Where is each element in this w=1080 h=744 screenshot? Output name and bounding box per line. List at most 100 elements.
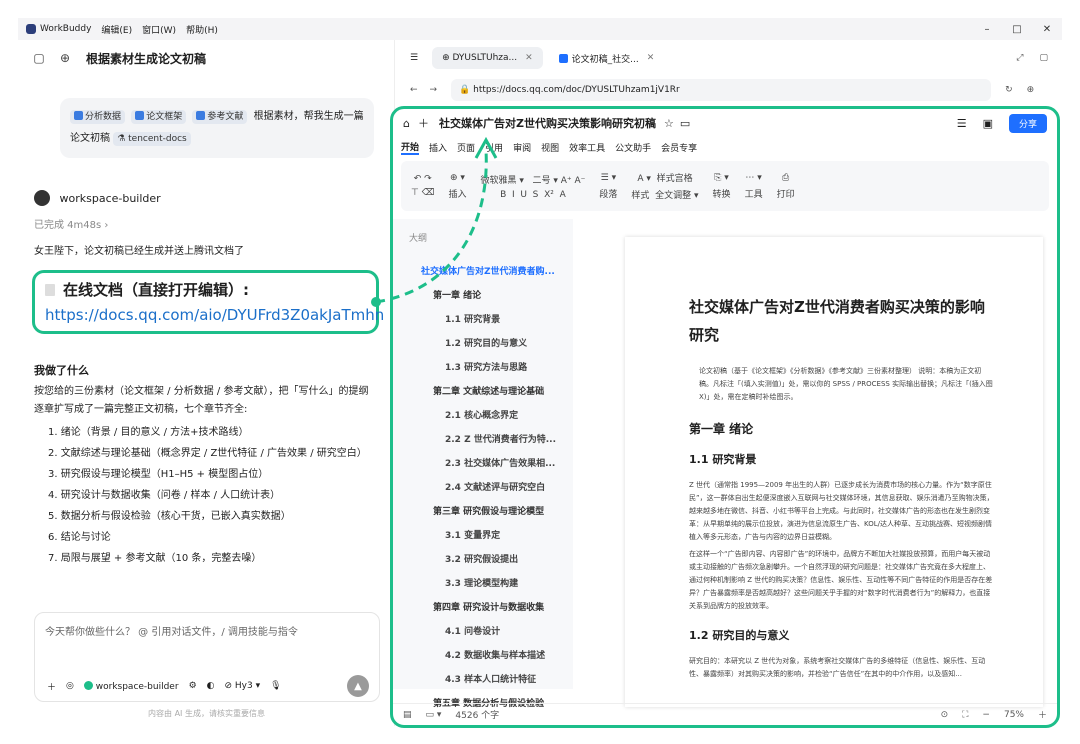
outline-toggle-icon[interactable]: ▤ bbox=[403, 710, 412, 720]
format-toolbar: ↶ ↷ ⊤ ⌫ ⊕ ▾ 插入 微软雅黑 ▾ 二号 ▾ A⁺ A⁻ B I U S X²… bbox=[401, 161, 1049, 211]
undo-redo[interactable]: ↶ ↷ ⊤ ⌫ bbox=[411, 174, 434, 198]
outline-item[interactable]: 4.1 问卷设计 bbox=[393, 620, 573, 644]
close-tab-icon[interactable]: ✕ bbox=[525, 53, 533, 63]
tab-page[interactable]: 页面 bbox=[457, 141, 475, 154]
font-group[interactable]: 微软雅黑 ▾ 二号 ▾ A⁺ A⁻ B I U S X² A bbox=[480, 173, 585, 200]
outline-item[interactable]: 2.3 社交媒体广告效果相... bbox=[393, 452, 573, 476]
chat-input-box[interactable]: 今天帮你做些什么？ @ 引用对话文件，/ 调用技能与指令 ＋ ◎ workspa… bbox=[34, 612, 380, 702]
outline-item[interactable]: 3.1 变量界定 bbox=[393, 524, 573, 548]
agent-header: workspace-builder bbox=[34, 190, 161, 206]
tab-2[interactable]: 论文初稿_社交... ✕ bbox=[549, 46, 665, 71]
outline-item[interactable]: 社交媒体广告对Z世代消费者购... bbox=[393, 260, 573, 284]
list-view-icon[interactable]: ☰ bbox=[957, 117, 967, 130]
tab-1[interactable]: ⊕ DYUSLTUhza... ✕ bbox=[432, 47, 543, 69]
url-field[interactable]: 🔒 https://docs.qq.com/doc/DYUSLTUhzam1jV… bbox=[451, 79, 992, 101]
zoom-out[interactable]: − bbox=[982, 710, 990, 720]
outline-item[interactable]: 4.3 样本人口统计特征 bbox=[393, 668, 573, 692]
share-button[interactable]: 分享 bbox=[1008, 113, 1047, 133]
outline-item[interactable]: 第一章 绪论 bbox=[393, 284, 573, 308]
convert-group[interactable]: ⎘ ▾ 转换 bbox=[713, 173, 731, 200]
style-group[interactable]: A ▾ 样式宫格 样式 全文调整 ▾ bbox=[631, 171, 698, 201]
outline-item[interactable]: 1.2 研究目的与意义 bbox=[393, 332, 573, 356]
new-doc-icon[interactable]: ＋ bbox=[418, 115, 429, 131]
online-doc-link[interactable]: https://docs.qq.com/aio/DYUFrd3Z0akJaTmh… bbox=[45, 306, 384, 324]
panel-icon[interactable]: ▢ bbox=[1039, 53, 1048, 63]
browser-tabs: ☰ ⊕ DYUSLTUhza... ✕ 论文初稿_社交... ✕ ⤢ ▢ bbox=[396, 40, 1062, 76]
reload-icon[interactable]: ↻ bbox=[1005, 85, 1013, 95]
menu-edit[interactable]: 编辑(E) bbox=[101, 23, 132, 36]
outline-item[interactable]: 1.3 研究方法与思路 bbox=[393, 356, 573, 380]
address-bar-row: ← → 🔒 https://docs.qq.com/doc/DYUSLTUhza… bbox=[396, 76, 1062, 104]
tools-group[interactable]: ⋯ ▾ 工具 bbox=[745, 173, 763, 200]
tab-reference[interactable]: 引用 bbox=[485, 141, 503, 154]
menu-help[interactable]: 帮助(H) bbox=[186, 23, 218, 36]
tab-member[interactable]: 会员专享 bbox=[661, 141, 697, 154]
sidebar-toggle-icon[interactable]: ▢ bbox=[32, 51, 46, 65]
section-heading: 1.1 研究背景 bbox=[689, 453, 757, 466]
zoom-in[interactable]: ＋ bbox=[1038, 708, 1047, 721]
doc-page[interactable]: 社交媒体广告对Z世代消费者购买决策的影响研究 论文初稿（基于《论文框架》《分析数… bbox=[625, 237, 1043, 707]
print-group[interactable]: ⎙ 打印 bbox=[777, 173, 795, 200]
close-tab-icon[interactable]: ✕ bbox=[647, 53, 655, 63]
chapter-heading: 第一章 绪论 bbox=[689, 422, 754, 436]
outline-item[interactable]: 2.2 Z 世代消费者行为特... bbox=[393, 428, 573, 452]
play-icon[interactable]: ⊙ bbox=[941, 710, 949, 720]
model-selector[interactable]: ⊘ Hy3 ▾ bbox=[225, 681, 261, 691]
outline-item[interactable]: 2.4 文献述评与研究空白 bbox=[393, 476, 573, 500]
globe-icon[interactable]: ⊕ bbox=[1027, 85, 1035, 95]
star-icon[interactable]: ☆ bbox=[664, 117, 674, 130]
new-chat-icon[interactable]: ⊕ bbox=[58, 51, 72, 65]
tab-start[interactable]: 开始 bbox=[401, 140, 420, 155]
add-icon[interactable]: ＋ bbox=[47, 680, 56, 693]
tab-view[interactable]: 视图 bbox=[541, 141, 559, 154]
tab-efficiency[interactable]: 效率工具 bbox=[569, 141, 605, 154]
font-select[interactable]: 微软雅黑 bbox=[480, 176, 516, 186]
outline-item[interactable]: 1.1 研究背景 bbox=[393, 308, 573, 332]
attachment-tag[interactable]: 论文框架 bbox=[131, 110, 187, 124]
outline-item[interactable]: 第二章 文献综述与理论基础 bbox=[393, 380, 573, 404]
size-select[interactable]: 二号 bbox=[532, 176, 550, 186]
browser-panel: ☰ ⊕ DYUSLTUhza... ✕ 论文初稿_社交... ✕ ⤢ ▢ ← → 🔒… bbox=[390, 40, 1062, 728]
outline-item[interactable]: 第四章 研究设计与数据收集 bbox=[393, 596, 573, 620]
outline-panel: 大纲 社交媒体广告对Z世代消费者购... 第一章 绪论 1.1 研究背景 1.2 研究… bbox=[393, 219, 573, 709]
mention-tag[interactable]: ⚗ tencent-docs bbox=[113, 132, 191, 146]
back-icon[interactable]: ← bbox=[410, 85, 418, 95]
task-status[interactable]: 已完成 4m48s › bbox=[34, 216, 108, 231]
minimize-icon[interactable]: – bbox=[972, 24, 1002, 35]
folder-icon[interactable]: ▭ bbox=[680, 117, 690, 130]
outline-item[interactable]: 第三章 研究假设与理论模型 bbox=[393, 500, 573, 524]
agent-selector[interactable]: workspace-builder bbox=[83, 680, 179, 692]
page-icon[interactable]: ▭ ▾ bbox=[426, 710, 442, 720]
close-icon[interactable]: ✕ bbox=[1032, 24, 1062, 35]
list-item: 4. 研究设计与数据收集（问卷 / 样本 / 人口统计表） bbox=[48, 490, 281, 501]
expand-icon[interactable]: ⤢ bbox=[1016, 53, 1023, 63]
home-icon[interactable]: ⌂ bbox=[403, 117, 410, 130]
attachment-tag[interactable]: 参考文献 bbox=[192, 110, 248, 124]
forward-icon[interactable]: → bbox=[430, 85, 438, 95]
check-icon[interactable]: ◎ bbox=[66, 681, 74, 691]
zoom-level[interactable]: 75% bbox=[1004, 710, 1024, 720]
doc-editor: ⌂ ＋ 社交媒体广告对Z世代购买决策影响研究初稿 ☆ ▭ ☰ ▣ 分享 开始 插… bbox=[390, 106, 1060, 728]
menu-icon[interactable]: ☰ bbox=[410, 53, 418, 63]
tab-insert[interactable]: 插入 bbox=[429, 141, 447, 154]
insert-group[interactable]: ⊕ ▾ 插入 bbox=[448, 173, 466, 200]
doc-icon bbox=[45, 283, 55, 296]
send-button[interactable]: ▲ bbox=[347, 675, 369, 697]
fullscreen-icon[interactable]: ⛶ bbox=[962, 710, 968, 720]
tool-icon[interactable]: ⚙ bbox=[189, 681, 197, 691]
tab-official[interactable]: 公文助手 bbox=[615, 141, 651, 154]
maximize-icon[interactable]: □ bbox=[1002, 24, 1032, 35]
attachment-tag[interactable]: 分析数据 bbox=[70, 110, 126, 124]
outline-item[interactable]: 2.1 核心概念界定 bbox=[393, 404, 573, 428]
microphone-icon[interactable]: 🎙 bbox=[270, 681, 281, 691]
paragraph-group[interactable]: ☰ ▾ 段落 bbox=[599, 173, 617, 200]
menu-window[interactable]: 窗口(W) bbox=[142, 23, 176, 36]
chat-input-placeholder[interactable]: 今天帮你做些什么？ @ 引用对话文件，/ 调用技能与指令 bbox=[45, 623, 298, 638]
outline-item[interactable]: 3.2 研究假设提出 bbox=[393, 548, 573, 572]
doc-title[interactable]: 社交媒体广告对Z世代购买决策影响研究初稿 bbox=[439, 115, 656, 131]
outline-item[interactable]: 3.3 理论模型构建 bbox=[393, 572, 573, 596]
word-count[interactable]: 4526 个字 bbox=[455, 708, 499, 721]
present-icon[interactable]: ▣ bbox=[983, 117, 993, 130]
outline-item[interactable]: 4.2 数据收集与样本描述 bbox=[393, 644, 573, 668]
tab-review[interactable]: 审阅 bbox=[513, 141, 531, 154]
